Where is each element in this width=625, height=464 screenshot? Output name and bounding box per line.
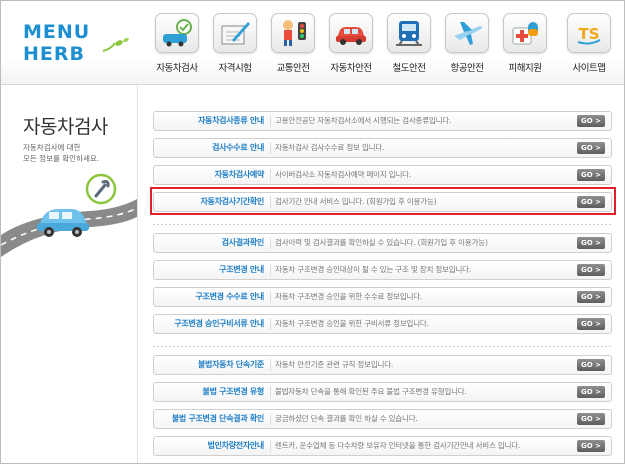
notebook-pen-icon [213,13,257,53]
column-separator [270,440,271,452]
list-item-description: 자동차 구조변경 승인을 위한 수수료 정보입니다. [275,292,423,301]
selection-highlight-box [150,187,616,215]
list-item-title[interactable]: 자동차검사예약 [154,166,265,184]
list-item[interactable]: 구조변경 승인구비서류 안내 자동차 구조변경 승인을 위한 구비서류 정보입니… [153,314,612,334]
column-separator [270,359,271,371]
list-item[interactable]: 불법자동차 단속기준 자동차 안전기준 관련 규칙 정보입니다. GO > [153,355,612,375]
nav-label: 항공안전 [450,63,484,74]
column-separator [270,413,271,425]
nav-item-car-safety[interactable]: 자동차안전 [324,13,378,79]
column-separator [270,264,271,276]
list-item[interactable]: 검사결과확인 검사이력 및 검사결과를 확인하실 수 있습니다. (회원가입 후… [153,233,612,253]
list-item-description: 고용안전공단 자동차검사소에서 시행되는 검사종류입니다. [275,116,452,125]
nav-item-traffic-safety[interactable]: 교통안전 [266,13,320,79]
list-item-title[interactable]: 불법 구조변경 단속결과 확인 [154,410,264,428]
list-item-description: 자동차 구조변경 승인을 위한 구비서류 정보입니다. [275,319,429,328]
go-button[interactable]: GO > [577,142,605,154]
list-item-title[interactable]: 구조변경 안내 [154,261,264,279]
column-separator [270,237,271,249]
nav-item-car-inspection[interactable]: 자동차검사 [150,13,204,79]
nav-item-rail-safety[interactable]: 철도안전 [382,13,436,79]
car-road-illustration-icon [1,173,137,257]
airplane-icon [445,13,489,53]
list-item[interactable]: 자동차검사종류 안내 고용안전공단 자동차검사소에서 시행되는 검사종류입니다.… [153,111,612,131]
nav-item-aviation-safety[interactable]: 항공안전 [440,13,494,79]
sidebar-desc-line1: 자동차검사에 대한 [23,143,81,152]
sidebar-title: 자동차검사 [23,116,108,138]
nav-label: 사이트맵 [572,63,606,74]
leaf-icon [102,37,129,52]
nav-label: 철도안전 [392,63,426,74]
nav-item-damage-support[interactable]: 피해지원 [498,13,552,79]
nav-label: 교통안전 [276,63,310,74]
list-item-title[interactable]: 검사수수료 안내 [154,139,264,157]
group-separator [153,346,612,347]
column-separator [270,318,271,330]
nav-item-license-exam[interactable]: 자격시험 [208,13,262,79]
list-item-description: 자동차검사 검사수수료 정보 입니다. [275,143,385,152]
list-item-title[interactable]: 구조변경 승인구비서류 안내 [154,315,264,333]
go-button[interactable]: GO > [577,440,605,452]
column-separator [270,386,271,398]
list-item-title[interactable]: 법인차량전자안내 [154,437,265,455]
traffic-light-icon [271,13,315,53]
list-item-description: 렌트카, 운수업체 등 다수차량 보유자 인터넷을 통한 검사기간안내 서비스 … [275,441,521,450]
list-item-description: 검사이력 및 검사결과를 확인하실 수 있습니다. (회원가입 후 이용가능) [275,238,488,247]
go-button[interactable]: GO > [577,237,605,249]
column-separator [270,142,271,154]
column-separator [270,115,271,127]
list-item-title[interactable]: 검사결과확인 [154,234,265,252]
column-separator [270,291,271,303]
group-separator [153,224,612,225]
car-inspection-icon [155,13,199,53]
ts-logo-icon: TS [567,13,611,53]
svg-text:TS: TS [578,25,599,43]
list-item[interactable]: 구조변경 안내 자동차 구조변경 승인대상이 될 수 있는 구조 및 장치 정보… [153,260,612,280]
column-separator [270,169,271,181]
list-item-description: 사이버검사소 자동차검사예약 페이지 입니다. [275,170,412,179]
list-item-title[interactable]: 구조변경 수수료 안내 [154,288,264,306]
header: MENU HERB 자동차검사 자격시험 교통안전 자동차안전 철도안전 항공안… [1,1,624,85]
go-button[interactable]: GO > [577,359,605,371]
list-item-description: 불법자동차 단속을 통해 확인된 주요 불법 구조변경 유형입니다. [275,387,467,396]
train-icon [387,13,431,53]
menu-herb-logo[interactable]: MENU HERB [23,21,133,67]
go-button[interactable]: GO > [577,318,605,330]
car-icon [329,13,373,53]
nav-label: 자동차안전 [330,63,372,74]
go-button[interactable]: GO > [577,413,605,425]
nav-label: 자격시험 [218,63,252,74]
nav-label: 피해지원 [508,63,542,74]
medical-box-icon [503,13,547,53]
go-button[interactable]: GO > [577,169,605,181]
list-item[interactable]: 불법 구조변경 단속결과 확인 궁금하셨던 단속 결과를 확인 하실 수 있습니… [153,409,612,429]
list-item[interactable]: 검사수수료 안내 자동차검사 검사수수료 정보 입니다. GO > [153,138,612,158]
list-item-title[interactable]: 불법 구조변경 유형 [154,383,265,401]
go-button[interactable]: GO > [577,386,605,398]
list-item-title[interactable]: 불법자동차 단속기준 [154,356,264,374]
list-item[interactable]: 자동차검사예약 사이버검사소 자동차검사예약 페이지 입니다. GO > [153,165,612,185]
list-item-title[interactable]: 자동차검사종류 안내 [154,112,264,130]
sidebar-description: 자동차검사에 대한 모든 정보를 확인하세요. [23,142,133,164]
go-button[interactable]: GO > [577,264,605,276]
sidebar-divider [137,85,138,463]
list-item-description: 자동차 안전기준 관련 규칙 정보입니다. [275,360,394,369]
go-button[interactable]: GO > [577,115,605,127]
sidebar-desc-line2: 모든 정보를 확인하세요. [23,154,100,163]
list-item[interactable]: 구조변경 수수료 안내 자동차 구조변경 승인을 위한 수수료 정보입니다. G… [153,287,612,307]
list-item[interactable]: 법인차량전자안내 렌트카, 운수업체 등 다수차량 보유자 인터넷을 통한 검사… [153,436,612,456]
list-item-description: 궁금하셨던 단속 결과를 확인 하실 수 있습니다. [275,414,418,423]
sidebar: 자동차검사 자동차검사에 대한 모든 정보를 확인하세요. [1,85,137,463]
nav-item-sitemap[interactable]: TS 사이트맵 [562,13,616,79]
nav-label: 자동차검사 [156,63,198,74]
go-button[interactable]: GO > [577,291,605,303]
list-item[interactable]: 불법 구조변경 유형 불법자동차 단속을 통해 확인된 주요 불법 구조변경 유… [153,382,612,402]
list-item-description: 자동차 구조변경 승인대상이 될 수 있는 구조 및 장치 정보입니다. [275,265,472,274]
